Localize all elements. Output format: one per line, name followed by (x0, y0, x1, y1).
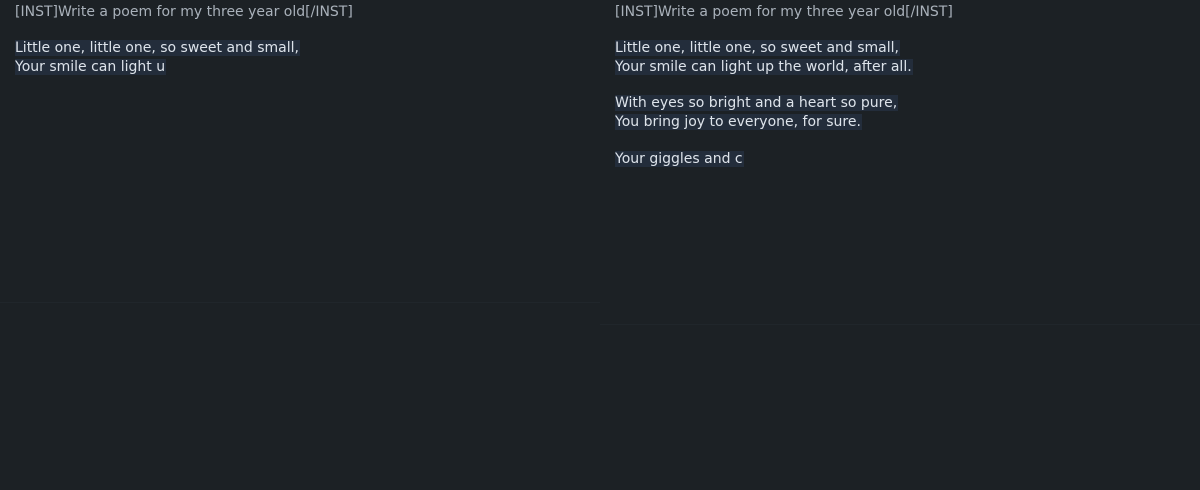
poem-stanza-3: Your giggles and c (615, 150, 744, 169)
poem-stanza-1: Little one, little one, so sweet and sma… (15, 39, 300, 77)
poem-line: Your smile can light u (15, 59, 167, 75)
poem-line: Your smile can light up the world, after… (615, 59, 913, 75)
prompt-text: [INST]Write a poem for my three year old… (15, 4, 353, 20)
poem-line: Little one, little one, so sweet and sma… (15, 40, 300, 56)
left-generation-pane: [INST]Write a poem for my three year old… (0, 0, 600, 490)
poem-line: With eyes so bright and a heart so pure, (615, 95, 899, 111)
poem-line: You bring joy to everyone, for sure. (615, 114, 862, 130)
poem-stanza-2: With eyes so bright and a heart so pure,… (615, 94, 899, 132)
poem-line: Little one, little one, so sweet and sma… (615, 40, 900, 56)
right-generation-pane: [INST]Write a poem for my three year old… (600, 0, 1200, 490)
poem-line: Your giggles and c (615, 151, 744, 167)
prompt-text: [INST]Write a poem for my three year old… (615, 4, 953, 20)
poem-stanza-1: Little one, little one, so sweet and sma… (615, 39, 913, 77)
